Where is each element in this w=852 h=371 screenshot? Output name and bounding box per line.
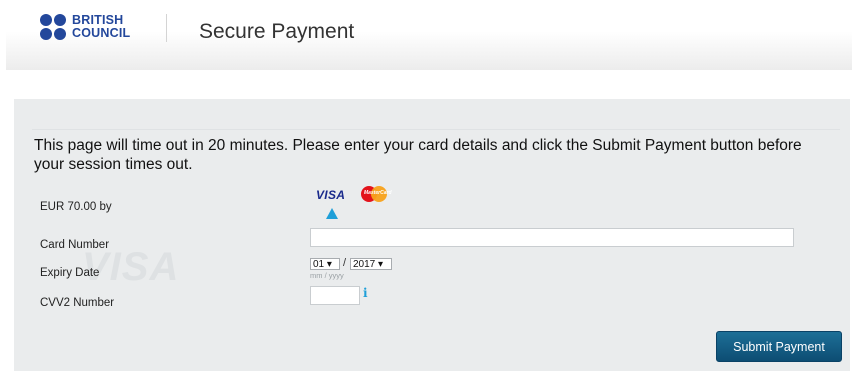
header: BRITISH COUNCIL Secure Payment <box>6 0 852 70</box>
card-number-input[interactable] <box>310 228 794 247</box>
mastercard-icon[interactable]: MasterCard <box>361 186 392 202</box>
expiry-label: Expiry Date <box>40 267 100 279</box>
logo-line-1: BRITISH <box>72 13 124 27</box>
submit-payment-button[interactable]: Submit Payment <box>716 331 842 362</box>
card-number-label: Card Number <box>40 239 110 251</box>
expiry-hint: mm / yyyy <box>310 271 344 280</box>
expiry-separator: / <box>343 257 347 269</box>
selected-arrow-icon <box>326 208 338 219</box>
expiry-month-select[interactable]: 01 ▾ <box>310 258 340 270</box>
logo-dots-icon <box>40 14 70 40</box>
amount-label: EUR 70.00 by <box>40 201 112 213</box>
logo-line-2: COUNCIL <box>72 25 131 40</box>
timeout-notice: This page will time out in 20 minutes. P… <box>34 137 802 173</box>
expiry-year-select[interactable]: 2017 ▾ <box>350 258 392 270</box>
mastercard-text: MasterCard <box>364 190 392 196</box>
page-title: Secure Payment <box>199 20 355 43</box>
logo-text: BRITISH COUNCIL <box>72 14 130 39</box>
info-icon[interactable]: i <box>363 286 368 300</box>
british-council-logo: BRITISH COUNCIL <box>40 14 140 40</box>
cvv-label: CVV2 Number <box>40 297 115 309</box>
panel-divider <box>32 129 840 130</box>
visa-icon[interactable]: VISA <box>316 188 345 202</box>
cvv-input[interactable] <box>310 286 360 305</box>
header-divider <box>166 14 167 42</box>
